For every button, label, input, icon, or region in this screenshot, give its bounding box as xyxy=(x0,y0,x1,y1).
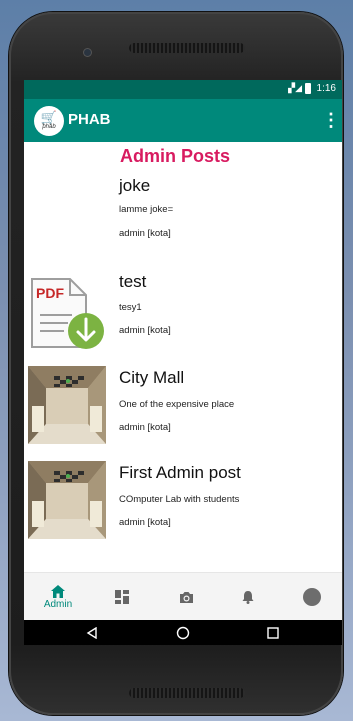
cart-icon: 🛒 xyxy=(40,109,58,125)
post-item[interactable]: First Admin post COmputer Lab with stude… xyxy=(24,461,342,551)
post-author: admin [kota] xyxy=(119,517,171,528)
page-heading: Admin Posts xyxy=(120,146,231,166)
home-button[interactable] xyxy=(163,620,203,645)
post-thumbnail xyxy=(28,461,106,539)
post-description: COmputer Lab with students xyxy=(119,494,240,505)
nav-item-profile[interactable] xyxy=(282,573,342,621)
bottom-speaker xyxy=(129,688,245,698)
app-title: PHAB xyxy=(68,111,111,128)
nav-item-dashboard[interactable] xyxy=(92,573,152,621)
nav-label-admin: Admin xyxy=(43,598,73,610)
status-time: 1:16 xyxy=(316,83,336,94)
post-author: admin [kota] xyxy=(119,228,171,239)
screen: ▞◢ 1:16 🛒 phab PHAB ⋮ Admin Posts joke l… xyxy=(24,80,342,645)
pdf-download-icon: PDF xyxy=(28,273,106,351)
app-bar: 🛒 phab PHAB ⋮ xyxy=(24,99,342,142)
top-speaker xyxy=(129,43,245,53)
back-icon xyxy=(86,626,97,639)
bell-icon xyxy=(242,591,254,604)
signal-icon: ▞◢ xyxy=(288,83,302,93)
nav-item-notifications[interactable] xyxy=(218,573,278,621)
recents-button[interactable] xyxy=(253,620,293,645)
app-logo[interactable]: 🛒 phab xyxy=(34,106,64,136)
post-title: test xyxy=(119,272,147,291)
overflow-menu-icon[interactable]: ⋮ xyxy=(322,109,340,131)
pdf-label: PDF xyxy=(36,285,64,301)
post-item[interactable]: joke lamme joke= admin [kota] xyxy=(24,176,342,266)
battery-icon xyxy=(305,83,311,94)
status-bar: ▞◢ 1:16 xyxy=(24,80,342,99)
back-button[interactable] xyxy=(72,620,112,645)
post-description: lamme joke= xyxy=(119,204,174,215)
profile-circle-icon xyxy=(303,588,321,606)
nav-item-admin[interactable]: Admin xyxy=(28,573,88,621)
system-navigation-bar xyxy=(24,620,342,645)
recents-icon xyxy=(267,626,279,639)
logo-text: phab xyxy=(42,123,56,130)
post-description: One of the expensive place xyxy=(119,399,235,410)
home-circle-icon xyxy=(176,626,190,639)
post-title: First Admin post xyxy=(119,463,241,482)
nav-item-camera[interactable] xyxy=(156,573,216,621)
post-author: admin [kota] xyxy=(119,422,171,433)
dashboard-icon xyxy=(115,590,129,604)
home-icon xyxy=(51,584,65,598)
post-thumbnail xyxy=(28,366,106,444)
post-item[interactable]: PDF test tesy1 admin [kota] xyxy=(24,270,342,360)
bottom-navigation: Admin xyxy=(24,572,342,621)
post-item[interactable]: City Mall One of the expensive place adm… xyxy=(24,366,342,456)
post-title: City Mall xyxy=(119,368,185,387)
post-description: tesy1 xyxy=(119,302,142,313)
post-title: joke xyxy=(119,176,151,195)
post-author: admin [kota] xyxy=(119,325,171,336)
front-camera xyxy=(84,49,91,56)
camera-icon xyxy=(179,591,193,603)
